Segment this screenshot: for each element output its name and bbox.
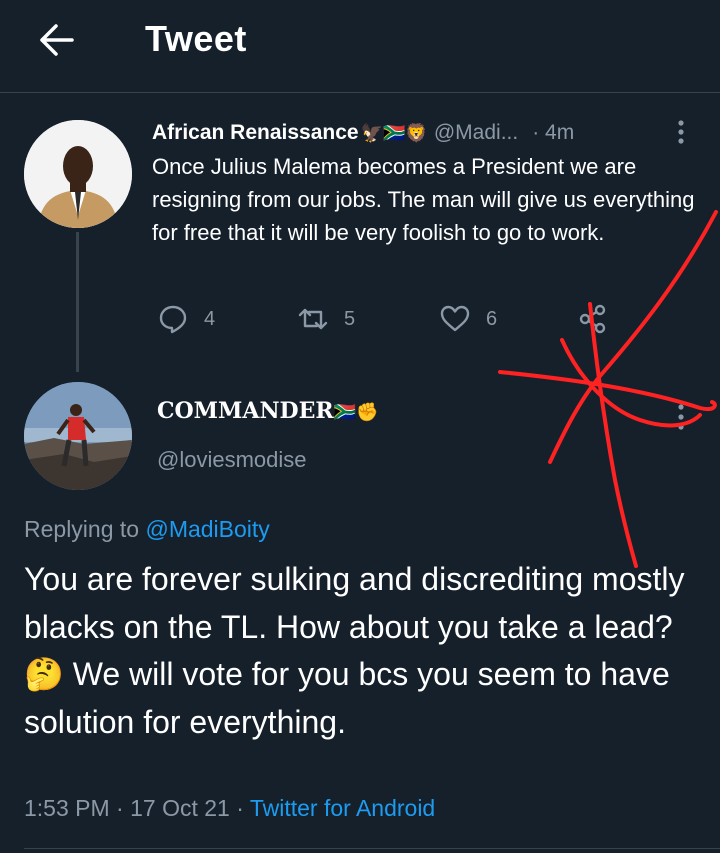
tweet-metadata: 1:53 PM · 17 Oct 21 · Twitter for Androi… (24, 795, 435, 822)
more-vertical-icon[interactable] (674, 402, 688, 432)
author-handle[interactable]: @loviesmodise (157, 447, 307, 473)
tweet-timestamp[interactable]: · 4m (532, 121, 574, 145)
like-button[interactable]: 6 (438, 302, 497, 336)
author-name[interactable]: COMMANDER🇿🇦✊ (157, 398, 379, 424)
like-count: 6 (486, 307, 498, 330)
share-icon (579, 304, 606, 334)
replying-to-line: Replying to @MadiBoity (24, 516, 270, 543)
parent-tweet-header: African Renaissance 🦅🇿🇦🦁 @Madi... · 4m (152, 116, 574, 150)
like-icon (440, 305, 470, 332)
thread-connector-line (76, 232, 79, 372)
tweet-actions-bar: 4 5 6 (152, 302, 632, 338)
author-name[interactable]: African Renaissance (152, 121, 359, 145)
retweet-button[interactable]: 5 (296, 302, 355, 336)
metadata-divider (24, 848, 720, 849)
author-handle[interactable]: @Madi... (434, 121, 518, 145)
author-name-text: COMMANDER (157, 398, 334, 424)
header-divider (0, 92, 720, 93)
author-name-emojis: 🇿🇦✊ (333, 402, 379, 423)
replying-to-handle-link[interactable]: @MadiBoity (145, 516, 269, 542)
avatar[interactable] (24, 120, 132, 228)
share-button[interactable] (576, 302, 610, 336)
tweet-source-link[interactable]: Twitter for Android (250, 795, 435, 821)
tweet-text: You are forever sulking and discrediting… (24, 561, 685, 740)
replying-to-label: Replying to (24, 516, 140, 542)
tweet-text: Once Julius Malema becomes a President w… (152, 154, 695, 245)
back-arrow-icon[interactable] (36, 22, 76, 58)
author-name-emojis: 🦅🇿🇦🦁 (360, 122, 428, 143)
reply-button[interactable]: 4 (156, 302, 215, 336)
reply-count: 4 (204, 307, 216, 330)
reply-icon (159, 305, 187, 334)
more-vertical-icon[interactable] (674, 118, 688, 146)
retweet-icon (298, 308, 328, 330)
top-app-bar: Tweet (0, 0, 720, 92)
page-title: Tweet (145, 18, 247, 59)
avatar[interactable] (24, 382, 132, 490)
tweet-timestamp[interactable]: 1:53 PM · 17 Oct 21 · (24, 795, 250, 821)
retweet-count: 5 (344, 307, 356, 330)
